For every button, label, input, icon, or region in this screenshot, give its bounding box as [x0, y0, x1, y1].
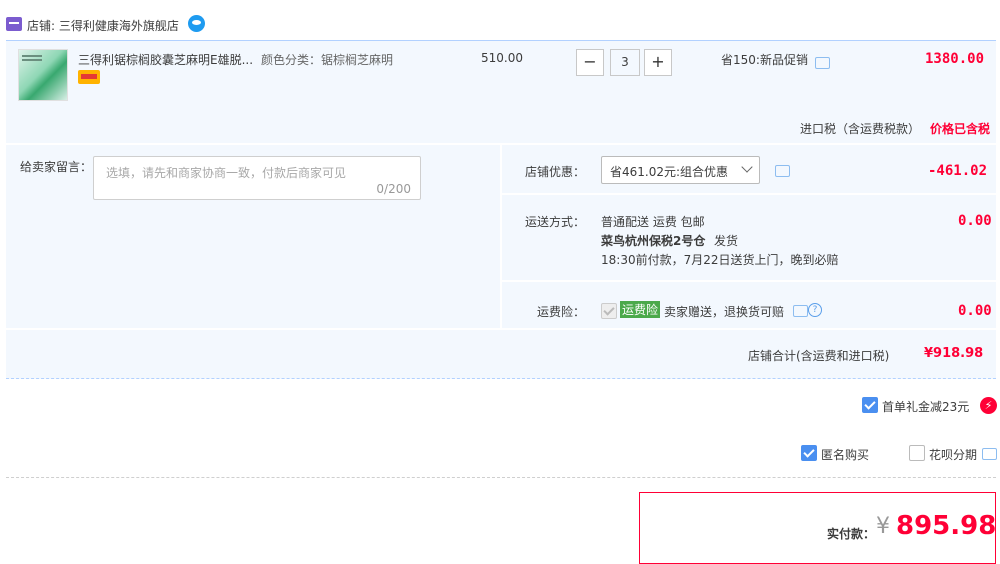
shop-icon	[6, 17, 22, 31]
shipping-ship: 发货	[714, 234, 739, 248]
quantity-stepper: − 3 +	[576, 49, 672, 76]
insurance-tag: 运费险	[620, 301, 661, 318]
product-thumbnail[interactable]	[18, 49, 68, 101]
insurance-desc: 卖家赠送，退换货可赔	[664, 305, 785, 319]
divider	[6, 477, 996, 478]
item-sku: 颜色分类：锯棕榈芝麻明	[261, 53, 394, 67]
message-bubble-icon[interactable]	[982, 448, 997, 460]
message-textarea[interactable]: 选填，请先和商家协商一致，付款后商家可见 0/200	[93, 156, 421, 200]
discount-select[interactable]: 省461.02元:组合优惠	[601, 156, 760, 184]
shop-total-label: 店铺合计(含运费和进口税)	[748, 349, 890, 363]
message-label: 给卖家留言：	[20, 160, 93, 174]
quantity-input[interactable]: 3	[610, 49, 640, 76]
item-total: 1380.00	[925, 51, 985, 67]
shipping-label: 运送方式：	[525, 215, 586, 229]
message-bubble-icon[interactable]	[793, 305, 808, 317]
huabei-checkbox[interactable]	[909, 445, 925, 461]
quantity-minus-button[interactable]: −	[576, 49, 604, 76]
shipping-warehouse: 菜鸟杭州保税2号仓	[601, 234, 706, 248]
insurance-checkbox	[601, 303, 617, 319]
anonymous-checkbox[interactable]	[801, 445, 817, 461]
discount-amount: -461.02	[928, 163, 988, 179]
shop-name[interactable]: 店铺: 三得利健康海外旗舰店	[27, 17, 179, 34]
shipping-line3: 18:30前付款，7月22日送货上门，晚到必赔	[601, 253, 839, 267]
item-title[interactable]: 三得利锯棕榈胶囊芝麻明E雄脱...	[78, 51, 253, 68]
insurance-label: 运费险：	[537, 305, 586, 319]
wangwang-icon[interactable]	[188, 15, 205, 32]
message-bubble-icon[interactable]	[775, 165, 790, 177]
tax-label: 进口税（含运费税款）	[800, 122, 921, 136]
gift-label[interactable]: 首单礼金减23元	[882, 398, 969, 415]
discount-label: 店铺优惠：	[525, 165, 586, 179]
payment-amount: 895.98	[896, 511, 997, 541]
chevron-down-icon	[741, 161, 753, 173]
huabei-label[interactable]: 花呗分期	[929, 446, 977, 463]
item-price: 510.00	[481, 51, 523, 65]
quantity-plus-button[interactable]: +	[644, 49, 672, 76]
gift-checkbox[interactable]	[862, 397, 878, 413]
message-bubble-icon[interactable]	[815, 57, 830, 69]
shop-total-value: ¥918.98	[924, 346, 984, 361]
item-promo: 省150:新品促销	[721, 53, 808, 67]
message-counter: 0/200	[376, 182, 411, 196]
discount-selected: 省461.02元:组合优惠	[610, 165, 729, 179]
help-icon[interactable]: ?	[808, 303, 822, 317]
message-placeholder: 选填，请先和商家协商一致，付款后商家可见	[106, 166, 347, 180]
shipping-amount: 0.00	[958, 213, 992, 229]
insurance-amount: 0.00	[958, 303, 992, 319]
payment-currency: ¥	[876, 514, 890, 539]
credit-card-icon	[78, 70, 100, 84]
tax-value: 价格已含税	[930, 122, 991, 136]
shipping-line1: 普通配送 运费 包邮	[601, 215, 705, 229]
lightning-icon: ⚡	[980, 397, 997, 414]
anonymous-label[interactable]: 匿名购买	[821, 446, 869, 463]
payment-label: 实付款：	[827, 527, 876, 541]
